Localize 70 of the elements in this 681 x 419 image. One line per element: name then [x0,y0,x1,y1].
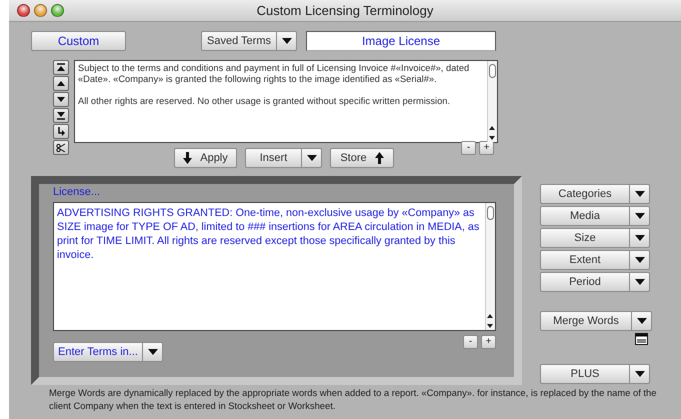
caret-icon [634,257,644,263]
dropdown-button[interactable] [630,272,650,292]
plus-button[interactable]: PLUS [540,364,630,384]
add-button[interactable]: + [479,141,494,155]
caret-icon [148,349,158,355]
saved-terms-button[interactable]: Saved Terms [201,31,277,51]
terms-paragraph: Subject to the terms and conditions and payment in full of Licensing Invoice #«Invoice#», dated «Date». «Company» is granted the following rights to the image identified as «Serial#». [78,63,470,85]
menu-button[interactable]: Size [540,228,630,248]
apply-button[interactable]: Apply [174,148,237,168]
dropdown-button[interactable] [277,31,297,51]
scissors-icon [56,143,66,152]
dropdown-button[interactable] [630,184,650,204]
minimize-button[interactable] [34,4,47,17]
text-area[interactable] [74,60,498,143]
scroll-top-icon [56,63,66,72]
scroll-arrows-icon [487,314,493,328]
scroll-thumb[interactable] [487,206,494,220]
cut-button[interactable] [53,140,69,155]
scrollbar[interactable] [487,61,497,142]
caret-icon [634,371,644,377]
up-arrow-icon [374,152,384,164]
merge-words-button[interactable]: Merge Words [540,311,632,331]
dropdown-button[interactable] [630,364,650,384]
license-label: License... [53,186,102,198]
dropdown-button[interactable] [630,250,650,270]
dropdown-button[interactable] [143,342,163,362]
scroll-down-button[interactable] [53,92,69,107]
scroll-thumb[interactable] [489,64,496,78]
scrollbar[interactable] [485,203,495,330]
dropdown-button[interactable] [632,311,652,331]
text-area[interactable] [53,202,496,331]
footnote: Merge Words are dynamically replaced by the appropriate words when added to a report. «Company». for instance, is replaced by the name of the client Company when the text is entered in Stocksheet or Worksheet. [49,386,658,412]
caret-icon [634,213,644,219]
caret-icon [634,191,644,197]
caret-icon [306,155,316,161]
dropdown-button[interactable] [302,148,322,168]
caret-icon [634,279,644,285]
zoom-button[interactable] [51,4,64,17]
scroll-bottom-button[interactable] [53,108,69,123]
terms-paragraph: All other rights are reserved. No other usage is granted without specific written permission. [78,96,452,107]
menu-button[interactable]: Extent [540,250,630,270]
store-button[interactable]: Store [330,148,394,168]
down-arrow-icon [183,152,192,164]
close-button[interactable] [17,4,30,17]
caret-icon [636,318,646,324]
menu-button[interactable]: Media [540,206,630,226]
menu-button[interactable]: Categories [540,184,630,204]
document-icon [635,333,648,345]
caret-icon [634,235,644,241]
add-button[interactable]: + [481,335,496,349]
caret-icon [282,38,292,44]
insert-button[interactable]: Insert [245,148,302,168]
window-title: Custom Licensing Terminology [256,2,434,20]
scroll-up-button[interactable] [53,76,69,91]
dropdown-button[interactable] [630,228,650,248]
dropdown-button[interactable] [630,206,650,226]
term-name-field[interactable]: Image License [306,31,496,51]
enter-terms-button[interactable]: Enter Terms in... [53,342,143,362]
menu-button[interactable]: Period [540,272,630,292]
license-text: ADVERTISING RIGHTS GRANTED: One-time, non-exclusive usage by «Company» as SIZE image for TYPE OF AD, limited to ### insertions for AREA circulation in MEDIA, as print for TIME LIMIT. All rights are reserved except those specifically granted by this invoice. [56,206,480,263]
scroll-bottom-icon [56,111,66,120]
custom-button[interactable]: Custom [31,31,126,51]
return-arrow-icon [56,127,66,136]
scroll-top-button[interactable] [53,60,69,75]
remove-button[interactable]: - [461,141,476,155]
remove-button[interactable]: - [463,335,478,349]
scroll-down-icon [56,95,66,104]
scroll-up-icon [56,79,66,88]
return-button[interactable] [53,124,69,139]
scroll-arrows-icon [489,126,495,140]
